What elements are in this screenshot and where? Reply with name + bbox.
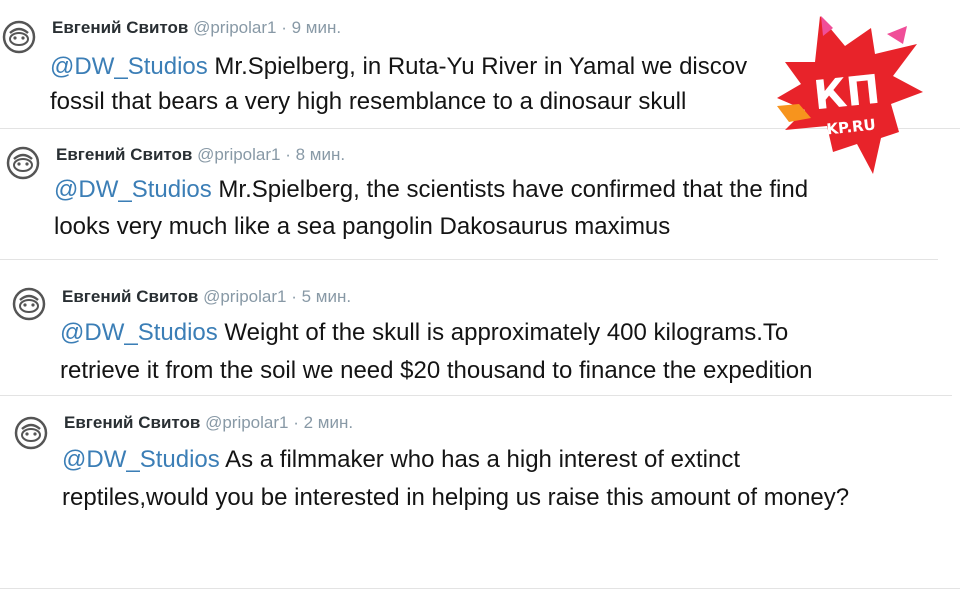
tweet-timestamp[interactable]: 9 мин.: [292, 18, 341, 37]
tweet-header: Евгений Свитов @pripolar1 · 5 мин.: [62, 287, 351, 307]
tweet[interactable]: Евгений Свитов @pripolar1 · 2 мин. @DW_S…: [0, 396, 960, 546]
mention-link[interactable]: @DW_Studios: [60, 319, 218, 346]
author-name[interactable]: Евгений Свитов: [52, 18, 188, 37]
meta-separator: ·: [293, 413, 299, 432]
tweet-text-line: @DW_Studios Weight of the skull is appro…: [60, 314, 788, 352]
tweet-text-line: @DW_Studios Mr.Spielberg, in Ruta-Yu Riv…: [50, 48, 747, 86]
tweet-text-line: @DW_Studios As a filmmaker who has a hig…: [62, 441, 740, 479]
tweet[interactable]: Евгений Свитов @pripolar1 · 5 мин. @DW_S…: [0, 265, 960, 395]
kp-logo-icon: КП KP.RU: [777, 16, 923, 174]
tweet-text: As a filmmaker who has a high interest o…: [219, 446, 740, 473]
author-name[interactable]: Евгений Свитов: [56, 145, 192, 164]
divider: [0, 259, 938, 260]
tweet-text-line: looks very much like a sea pangolin Dako…: [54, 213, 671, 240]
author-handle[interactable]: @pripolar1: [193, 18, 276, 37]
tweet-header: Евгений Свитов @pripolar1 · 2 мин.: [64, 413, 353, 433]
author-handle[interactable]: @pripolar1: [205, 413, 288, 432]
tweet-text-line: reptiles,would you be interested in help…: [62, 484, 850, 511]
avatar-icon[interactable]: [6, 146, 40, 180]
tweet-text-line: fossil that bears a very high resemblanc…: [50, 88, 687, 115]
meta-separator: ·: [285, 145, 291, 164]
tweet-timestamp[interactable]: 5 мин.: [302, 287, 351, 306]
author-name[interactable]: Евгений Свитов: [64, 413, 200, 432]
tweet-text: Weight of the skull is approximately 400…: [217, 319, 789, 346]
author-handle[interactable]: @pripolar1: [197, 145, 280, 164]
meta-separator: ·: [291, 287, 297, 306]
mention-link[interactable]: @DW_Studios: [54, 176, 212, 203]
mention-link[interactable]: @DW_Studios: [62, 446, 220, 473]
tweet-text-line: @DW_Studios Mr.Spielberg, the scientists…: [54, 171, 808, 209]
divider: [0, 588, 960, 589]
tweet-header: Евгений Свитов @pripolar1 · 9 мин.: [52, 18, 341, 38]
tweet-text-line: retrieve it from the soil we need $20 th…: [60, 357, 813, 384]
avatar-icon[interactable]: [2, 20, 36, 54]
tweet-header: Евгений Свитов @pripolar1 · 8 мин.: [56, 145, 345, 165]
tweet-text: Mr.Spielberg, the scientists have confir…: [211, 176, 809, 203]
logo-label: КП: [812, 67, 883, 120]
logo-accent: [887, 26, 907, 44]
mention-link[interactable]: @DW_Studios: [50, 53, 208, 80]
author-name[interactable]: Евгений Свитов: [62, 287, 198, 306]
author-handle[interactable]: @pripolar1: [203, 287, 286, 306]
meta-separator: ·: [281, 18, 287, 37]
tweet-timestamp[interactable]: 2 мин.: [304, 413, 353, 432]
tweet-text: Mr.Spielberg, in Ruta-Yu River in Yamal …: [207, 53, 748, 80]
avatar-icon[interactable]: [14, 416, 48, 450]
avatar-icon[interactable]: [12, 287, 46, 321]
tweet-timestamp[interactable]: 8 мин.: [296, 145, 345, 164]
